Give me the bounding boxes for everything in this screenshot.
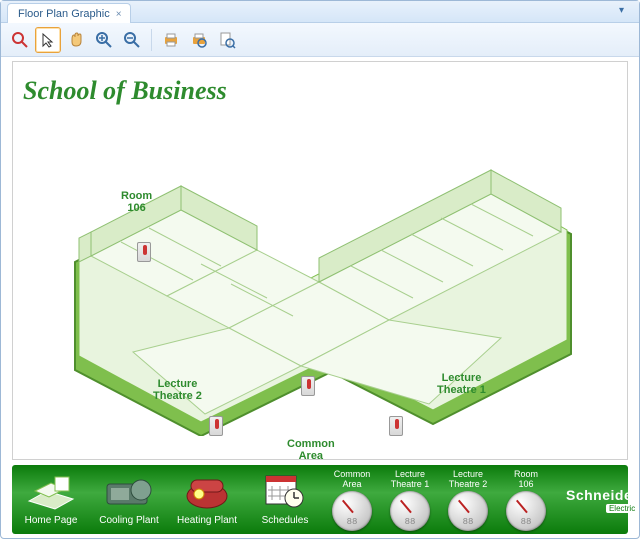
nav-home-page[interactable]: Home Page — [18, 469, 84, 532]
thermostat-icon[interactable] — [301, 376, 315, 396]
gauge-label: Lecture Theatre 2 — [442, 469, 494, 489]
dial-icon: 88 — [390, 491, 430, 531]
window-menu-icon[interactable]: ▾ — [619, 5, 633, 19]
pointer-icon[interactable] — [35, 27, 61, 53]
nav-schedules[interactable]: Schedules — [252, 469, 318, 532]
cooling-plant-icon — [101, 469, 157, 513]
nav-label: Schedules — [252, 515, 318, 526]
pan-icon[interactable] — [63, 27, 89, 53]
nav-heating-plant[interactable]: Heating Plant — [174, 469, 240, 532]
gauge-common-area[interactable]: Common Area 88 — [326, 469, 378, 531]
nav-label: Cooling Plant — [96, 515, 162, 526]
nav-cooling-plant[interactable]: Cooling Plant — [96, 469, 162, 532]
dial-icon: 88 — [506, 491, 546, 531]
tab-floorplan[interactable]: Floor Plan Graphic × — [7, 3, 131, 23]
dial-icon: 88 — [448, 491, 488, 531]
gauge-group: Common Area 88 Lecture Theatre 1 88 Lect… — [324, 465, 556, 534]
zoom-in-icon[interactable] — [91, 27, 117, 53]
label-room-106: Room 106 — [121, 190, 152, 214]
toolbar — [1, 23, 639, 57]
brand-logo: Schneider Electric — [556, 465, 640, 534]
home-page-icon — [23, 469, 79, 513]
floorplan-graphic: Room 106 Lecture Theatre 2 Lecture Theat… — [61, 116, 581, 436]
gauge-label: Common Area — [326, 469, 378, 489]
tab-label: Floor Plan Graphic — [18, 8, 110, 20]
page-preview-icon[interactable] — [214, 27, 240, 53]
brand-sub: Electric — [606, 504, 638, 513]
page-title: School of Business — [23, 76, 227, 106]
footer-nav-bar: Home Page Cooling Plant Heating Plant Sc… — [12, 465, 628, 534]
gauge-label: Room 106 — [500, 469, 552, 489]
zoom-out-icon[interactable] — [119, 27, 145, 53]
connect-icon[interactable] — [7, 27, 33, 53]
close-icon[interactable]: × — [113, 7, 125, 19]
print-icon[interactable] — [158, 27, 184, 53]
thermostat-icon[interactable] — [389, 416, 403, 436]
titlebar: Floor Plan Graphic × ▾ — [1, 1, 639, 23]
toolbar-separator — [151, 29, 152, 51]
thermostat-icon[interactable] — [209, 416, 223, 436]
gauge-lecture-theatre-2[interactable]: Lecture Theatre 2 88 — [442, 469, 494, 531]
graphic-viewport[interactable]: School of Business — [12, 61, 628, 460]
label-lecture-theatre-1: Lecture Theatre 1 — [437, 372, 486, 396]
gauge-room-106[interactable]: Room 106 88 — [500, 469, 552, 531]
gauge-lecture-theatre-1[interactable]: Lecture Theatre 1 88 — [384, 469, 436, 531]
label-lecture-theatre-2: Lecture Theatre 2 — [153, 378, 202, 402]
brand-name: Schneider — [566, 487, 638, 503]
nav-label: Home Page — [18, 515, 84, 526]
dial-icon: 88 — [332, 491, 372, 531]
thermostat-icon[interactable] — [137, 242, 151, 262]
label-common-area: Common Area — [287, 438, 335, 462]
gauge-label: Lecture Theatre 1 — [384, 469, 436, 489]
heating-plant-icon — [179, 469, 235, 513]
print-preview-icon[interactable] — [186, 27, 212, 53]
schedules-icon — [257, 469, 313, 513]
nav-label: Heating Plant — [174, 515, 240, 526]
